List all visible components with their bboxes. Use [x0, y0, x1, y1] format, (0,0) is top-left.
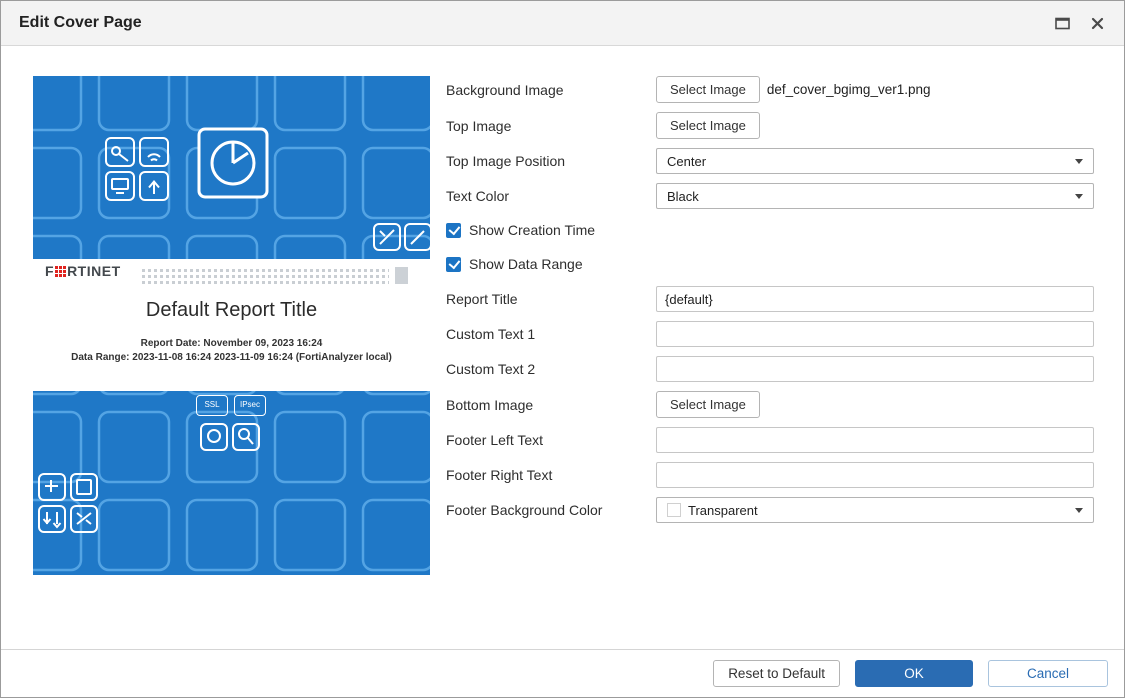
checkbox-checked-icon[interactable]	[446, 257, 461, 272]
cover-report-date: Report Date: November 09, 2023 16:24	[33, 338, 430, 349]
cover-art-graphic	[33, 76, 430, 575]
report-title-row: Report Title	[446, 286, 1094, 312]
top-image-select-button[interactable]: Select Image	[656, 112, 760, 139]
transparent-swatch-icon	[667, 503, 681, 517]
footer-background-color-value: Transparent	[688, 503, 758, 518]
maximize-icon[interactable]	[1054, 16, 1071, 31]
close-icon[interactable]	[1089, 16, 1106, 31]
fortinet-logo: F RTINET	[45, 263, 121, 279]
show-creation-time-label: Show Creation Time	[469, 222, 595, 238]
cancel-button[interactable]: Cancel	[988, 660, 1108, 687]
background-image-select-button[interactable]: Select Image	[656, 76, 760, 103]
custom-text-1-input[interactable]	[656, 321, 1094, 347]
cover-page-form: Background Image Select Image def_cover_…	[430, 76, 1094, 649]
footer-background-color-row: Footer Background Color Transparent	[446, 497, 1094, 523]
text-color-label: Text Color	[446, 188, 656, 204]
cover-ipsec-tile: IPsec	[234, 395, 266, 416]
cover-report-title: Default Report Title	[33, 299, 430, 322]
custom-text-2-row: Custom Text 2	[446, 356, 1094, 382]
fortinet-logo-grid-icon	[55, 266, 66, 277]
chevron-down-icon	[1075, 508, 1083, 513]
background-image-filename: def_cover_bgimg_ver1.png	[767, 82, 931, 97]
text-color-value: Black	[667, 189, 699, 204]
cover-preview-image: F RTINET Default Report Title Report Date…	[33, 76, 430, 575]
footer-background-color-select[interactable]: Transparent	[656, 497, 1094, 523]
dialog-body: F RTINET Default Report Title Report Date…	[1, 46, 1124, 649]
top-image-position-value: Center	[667, 154, 706, 169]
fortinet-logo-text-rtinet: RTINET	[67, 263, 121, 279]
footer-right-text-row: Footer Right Text	[446, 462, 1094, 488]
top-image-position-select[interactable]: Center	[656, 148, 1094, 174]
report-title-input[interactable]	[656, 286, 1094, 312]
cover-data-range: Data Range: 2023-11-08 16:24 2023-11-09 …	[33, 352, 430, 363]
dialog-footer: Reset to Default OK Cancel	[1, 649, 1124, 697]
show-data-range-checkbox[interactable]: Show Data Range	[446, 252, 1094, 276]
chevron-down-icon	[1075, 159, 1083, 164]
show-creation-time-checkbox[interactable]: Show Creation Time	[446, 218, 1094, 242]
text-color-select[interactable]: Black	[656, 183, 1094, 209]
custom-text-1-row: Custom Text 1	[446, 321, 1094, 347]
cover-ssl-tile: SSL	[196, 395, 228, 416]
custom-text-2-input[interactable]	[656, 356, 1094, 382]
bottom-image-select-button[interactable]: Select Image	[656, 391, 760, 418]
header-actions	[1054, 16, 1106, 31]
custom-text-1-label: Custom Text 1	[446, 326, 656, 342]
dialog-title: Edit Cover Page	[19, 14, 142, 32]
ok-button[interactable]: OK	[855, 660, 973, 687]
reset-to-default-button[interactable]: Reset to Default	[713, 660, 840, 687]
footer-left-text-input[interactable]	[656, 427, 1094, 453]
background-image-label: Background Image	[446, 82, 656, 98]
checkbox-checked-icon[interactable]	[446, 223, 461, 238]
edit-cover-page-dialog: Edit Cover Page	[0, 0, 1125, 698]
text-color-row: Text Color Black	[446, 183, 1094, 209]
footer-right-text-label: Footer Right Text	[446, 467, 656, 483]
footer-left-text-row: Footer Left Text	[446, 427, 1094, 453]
top-image-position-label: Top Image Position	[446, 153, 656, 169]
custom-text-2-label: Custom Text 2	[446, 361, 656, 377]
footer-background-color-label: Footer Background Color	[446, 502, 656, 518]
background-image-row: Background Image Select Image def_cover_…	[446, 76, 1094, 103]
bottom-image-row: Bottom Image Select Image	[446, 391, 1094, 418]
top-image-row: Top Image Select Image	[446, 112, 1094, 139]
footer-right-text-input[interactable]	[656, 462, 1094, 488]
chevron-down-icon	[1075, 194, 1083, 199]
report-title-label: Report Title	[446, 291, 656, 307]
top-image-position-row: Top Image Position Center	[446, 148, 1094, 174]
fortinet-logo-text-f: F	[45, 263, 54, 279]
bottom-image-label: Bottom Image	[446, 397, 656, 413]
show-data-range-label: Show Data Range	[469, 256, 583, 272]
top-image-label: Top Image	[446, 118, 656, 134]
dialog-header: Edit Cover Page	[1, 1, 1124, 46]
footer-left-text-label: Footer Left Text	[446, 432, 656, 448]
